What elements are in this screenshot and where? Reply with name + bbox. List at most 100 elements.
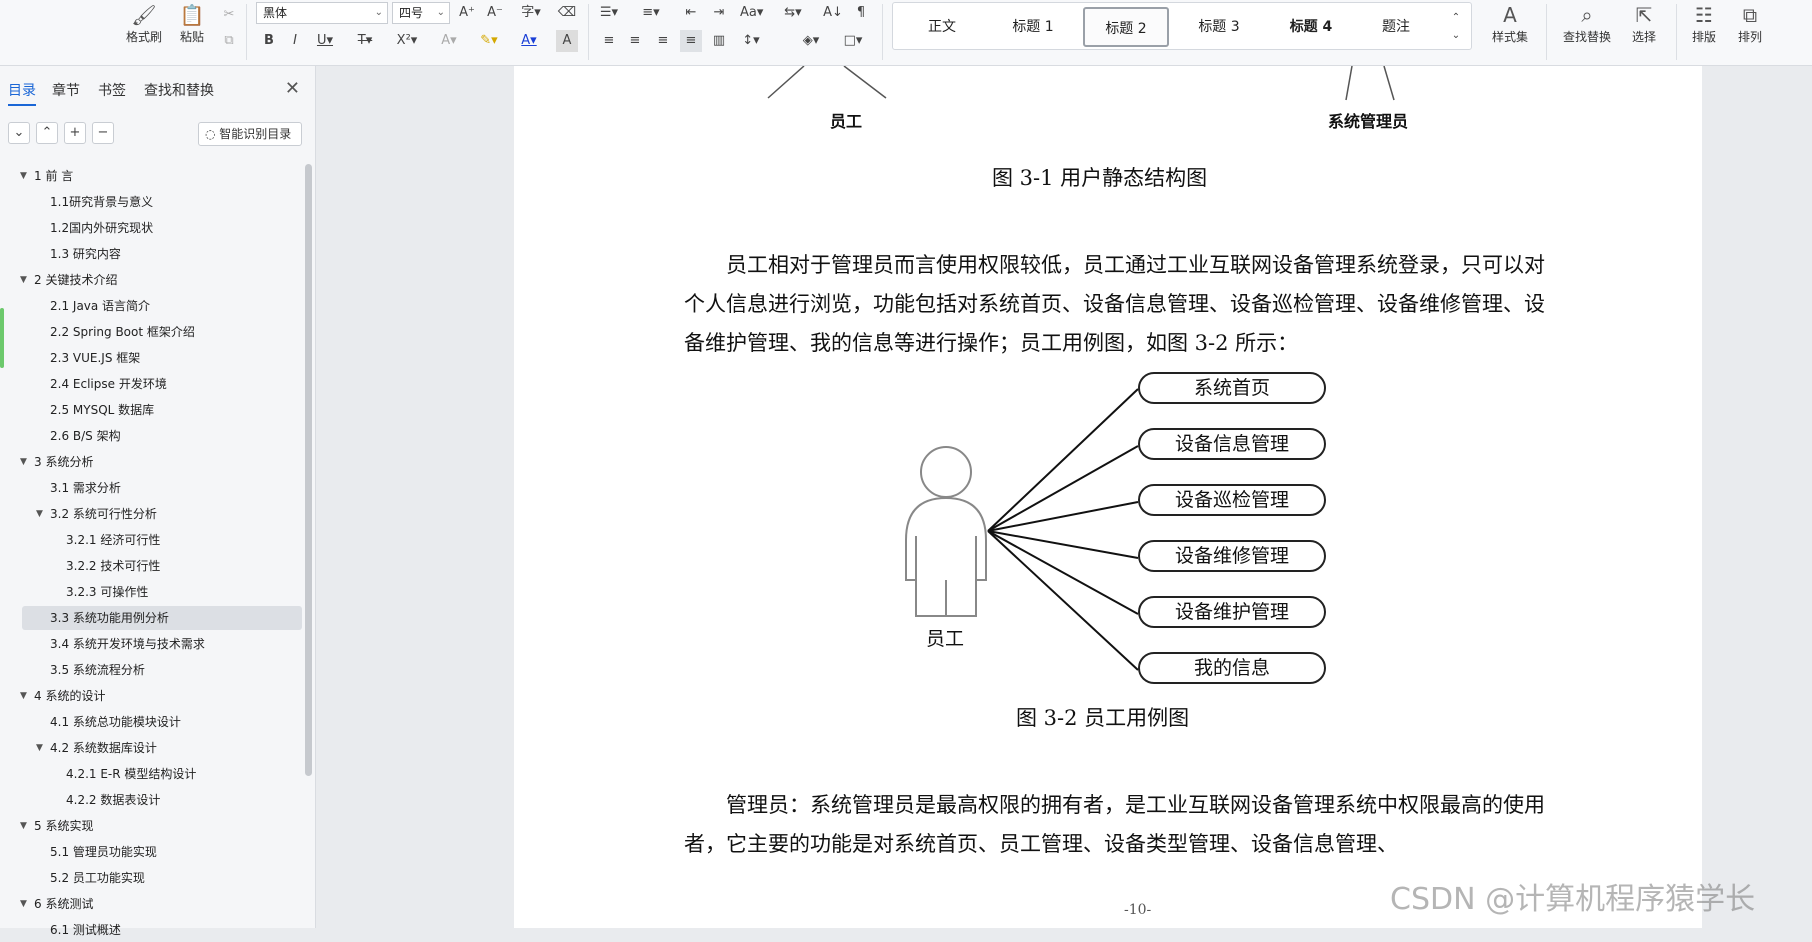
clear-format-icon[interactable]: ⌫ [556,2,578,24]
toc-item[interactable]: 5.2 员工功能实现 [22,866,302,890]
find-replace-button[interactable]: ⌕ 查找替换 [1556,2,1618,50]
expand-up-icon[interactable]: ⌃ [36,122,58,144]
toc-item[interactable]: ▼ 3 系统分析 [20,450,302,474]
toc-item[interactable]: 1.3 研究内容 [22,242,302,266]
tab-bookmarks[interactable]: 书签 [98,80,126,100]
toc-item[interactable]: ▼ 6 系统测试 [20,892,302,916]
style-heading-4[interactable]: 标题 4 [1269,7,1353,47]
superscript-icon[interactable]: X²▾ [396,30,418,52]
toc-item[interactable]: 6.1 测试概述 [22,918,302,942]
toc-item[interactable]: 2.1 Java 语言简介 [22,294,302,318]
expand-triangle-icon[interactable]: ▼ [20,684,27,708]
toc-item[interactable]: 3.2.3 可操作性 [22,580,302,604]
expand-triangle-icon[interactable]: ▼ [20,164,27,188]
expand-triangle-icon[interactable]: ▼ [20,892,27,916]
font-size-select[interactable]: 四号 ⌄ [392,2,450,24]
increase-indent-icon[interactable]: ⇥ [708,2,730,24]
style-heading-2[interactable]: 标题 2 [1083,7,1169,47]
numbering-icon[interactable]: ≡▾ [640,2,662,24]
format-painter-button[interactable]: 🖌 格式刷 [122,2,166,50]
shading-icon[interactable]: ◈▾ [800,30,822,52]
cursor-icon: ⇱ [1635,3,1653,27]
distributed-icon[interactable]: ▥ [708,30,730,52]
toc-item[interactable]: 2.4 Eclipse 开发环境 [22,372,302,396]
style-normal[interactable]: 正文 [907,7,977,47]
align-center-icon[interactable]: ≡ [624,30,646,52]
line-spacing-icon[interactable]: ↕▾ [740,30,762,52]
borders-icon[interactable]: □▾ [842,30,864,52]
strikethrough-icon[interactable]: T▾ [354,30,376,52]
style-heading-1[interactable]: 标题 1 [991,7,1075,47]
toc-item[interactable]: 1.1研究背景与意义 [22,190,302,214]
toc-item[interactable]: 2.3 VUE.JS 框架 [22,346,302,370]
text-direction-icon[interactable]: ⇆▾ [782,2,804,24]
align-left-icon[interactable]: ≡ [598,30,620,52]
toc-item[interactable]: 3.4 系统开发环境与技术需求 [22,632,302,656]
layout-button[interactable]: ☷ 排版 [1682,2,1726,50]
sort-icon[interactable]: A↓ [822,2,844,24]
style-caption[interactable]: 题注 [1361,7,1431,47]
toc-item[interactable]: 3.2.2 技术可行性 [22,554,302,578]
toc-item[interactable]: 3.5 系统流程分析 [22,658,302,682]
clipboard-icon: 📋 [179,3,205,27]
expand-triangle-icon[interactable]: ▼ [36,736,43,760]
bullets-icon[interactable]: ☰▾ [598,2,620,24]
decrease-indent-icon[interactable]: ⇤ [680,2,702,24]
cut-icon[interactable]: ✂ [218,4,240,26]
toc-item[interactable]: ▼ 4 系统的设计 [20,684,302,708]
close-icon[interactable]: ✕ [285,78,300,99]
toc-item[interactable]: ▼ 3.2 系统可行性分析 [22,502,302,526]
style-set-button[interactable]: A 样式集 [1482,2,1538,50]
toc-item[interactable]: ▼ 4.2 系统数据库设计 [22,736,302,760]
toc-item[interactable]: 1.2国内外研究现状 [22,216,302,240]
show-marks-icon[interactable]: ¶ [850,2,872,24]
toc-item[interactable]: 2.5 MYSQL 数据库 [22,398,302,422]
toc-item[interactable]: ▼ 1 前 言 [20,164,302,188]
toc-item[interactable]: 4.1 系统总功能模块设计 [22,710,302,734]
font-case-icon[interactable]: Aa▾ [740,2,763,24]
shrink-font-icon[interactable]: A⁻ [484,2,506,24]
italic-icon[interactable]: I [284,30,306,52]
grow-font-icon[interactable]: A⁺ [456,2,478,24]
toc-item[interactable]: 4.2.2 数据表设计 [22,788,302,812]
toc-item[interactable]: 5.1 管理员功能实现 [22,840,302,864]
expand-triangle-icon[interactable]: ▼ [20,814,27,838]
figure-1-caption: 图 3-1 用户静态结构图 [992,166,1208,190]
gallery-expand-icon[interactable]: ⌄ [1445,25,1467,47]
copy-icon[interactable]: ⧉ [218,30,240,52]
tab-sections[interactable]: 章节 [52,80,80,100]
add-heading-icon[interactable]: + [64,122,86,144]
highlight-icon[interactable]: ✎▾ [478,30,500,52]
char-shading-icon[interactable]: A [556,30,578,52]
underline-icon[interactable]: U▾ [314,30,336,52]
tab-find-replace[interactable]: 查找和替换 [144,80,214,100]
collapse-all-icon[interactable]: ⌄ [8,122,30,144]
toc-item[interactable]: 3.2.1 经济可行性 [22,528,302,552]
toc-item[interactable]: 3.1 需求分析 [22,476,302,500]
text-effect-icon[interactable]: A▾ [438,30,460,52]
top-actor-admin: 系统管理员 [1328,112,1409,131]
font-name-select[interactable]: 黑体 ⌄ [256,2,388,24]
select-button[interactable]: ⇱ 选择 [1622,2,1666,50]
toc-item[interactable]: ▼ 2 关键技术介绍 [20,268,302,292]
phonetic-guide-icon[interactable]: 字▾ [514,2,548,24]
tab-toc[interactable]: 目录 [8,80,36,106]
toc-item[interactable]: 3.3 系统功能用例分析 [22,606,302,630]
align-right-icon[interactable]: ≡ [652,30,674,52]
toc-item[interactable]: 2.6 B/S 架构 [22,424,302,448]
expand-triangle-icon[interactable]: ▼ [36,502,43,526]
remove-heading-icon[interactable]: − [92,122,114,144]
style-heading-3[interactable]: 标题 3 [1177,7,1261,47]
font-color-icon[interactable]: A▾ [518,30,540,52]
smart-toc-button[interactable]: ◌ 智能识别目录 [198,122,302,146]
toc-item[interactable]: 4.2.1 E-R 模型结构设计 [22,762,302,786]
arrange-button[interactable]: ⧉ 排列 [1728,2,1772,50]
expand-triangle-icon[interactable]: ▼ [20,450,27,474]
toc-item[interactable]: 2.2 Spring Boot 框架介绍 [22,320,302,344]
expand-triangle-icon[interactable]: ▼ [20,268,27,292]
toc-scrollbar[interactable] [305,164,312,776]
bold-icon[interactable]: B [258,30,280,52]
toc-item[interactable]: ▼ 5 系统实现 [20,814,302,838]
justify-icon[interactable]: ≡ [680,30,702,52]
paste-button[interactable]: 📋 粘贴 [170,2,214,50]
